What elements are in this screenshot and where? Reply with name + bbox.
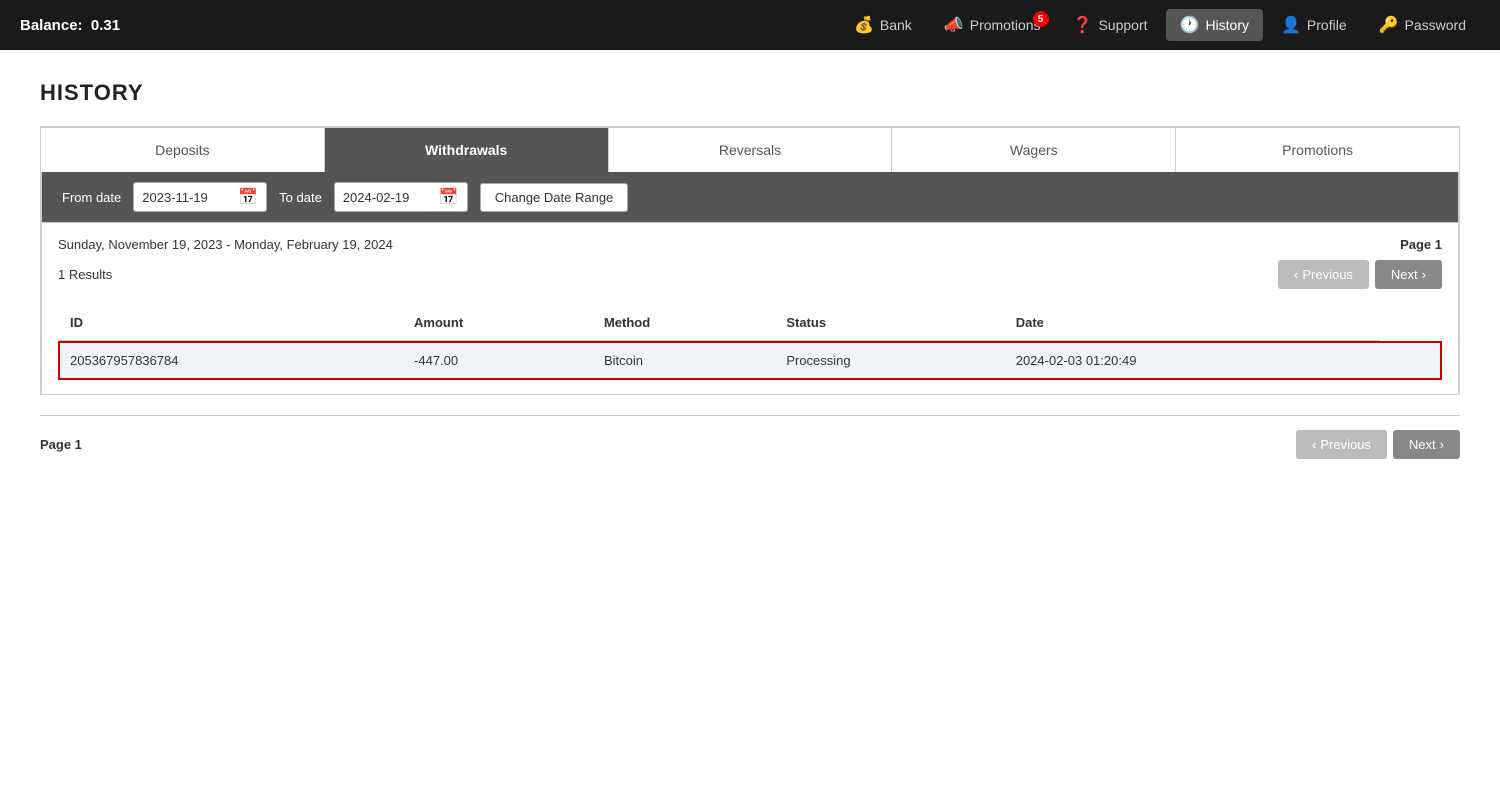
header: Balance: 0.31 💰 Bank 📣 Promotions 5 ❓ Su… bbox=[0, 0, 1500, 50]
previous-button-top[interactable]: ‹ Previous bbox=[1278, 260, 1369, 289]
cell-status: Processing bbox=[774, 341, 1003, 381]
promotions-icon: 📣 bbox=[944, 15, 964, 35]
previous-button-bottom[interactable]: ‹ Previous bbox=[1296, 430, 1387, 459]
from-date-label: From date bbox=[62, 190, 121, 205]
tab-reversals[interactable]: Reversals bbox=[609, 128, 893, 172]
bank-icon: 💰 bbox=[854, 15, 874, 35]
from-calendar-icon[interactable]: 📅 bbox=[238, 187, 258, 207]
nav-item-history[interactable]: 🕐 History bbox=[1166, 9, 1263, 41]
bottom-page-label: Page 1 bbox=[40, 437, 82, 452]
results-area: Sunday, November 19, 2023 - Monday, Febr… bbox=[41, 223, 1459, 395]
nav-label-history: History bbox=[1205, 17, 1249, 33]
date-filter-bar: From date 📅 To date 📅 Change Date Range bbox=[41, 172, 1459, 223]
cell-extra bbox=[1380, 341, 1442, 381]
balance-value: 0.31 bbox=[91, 17, 120, 34]
nav-label-support: Support bbox=[1098, 17, 1147, 33]
data-table: ID Amount Method Status Date 20536795783… bbox=[58, 305, 1442, 380]
chevron-left-icon-bottom: ‹ bbox=[1312, 437, 1316, 452]
chevron-left-icon: ‹ bbox=[1294, 267, 1298, 282]
nav-item-profile[interactable]: 👤 Profile bbox=[1267, 9, 1361, 41]
col-id: ID bbox=[58, 305, 402, 341]
to-calendar-icon[interactable]: 📅 bbox=[439, 187, 459, 207]
main-content: HISTORY Deposits Withdrawals Reversals W… bbox=[0, 50, 1500, 489]
table-body: 205367957836784-447.00BitcoinProcessing2… bbox=[58, 341, 1442, 381]
from-date-input-wrapper: 📅 bbox=[133, 182, 267, 212]
col-status: Status bbox=[774, 305, 1003, 341]
tabs-container: Deposits Withdrawals Reversals Wagers Pr… bbox=[40, 127, 1460, 395]
support-icon: ❓ bbox=[1073, 15, 1093, 35]
nav-item-password[interactable]: 🔑 Password bbox=[1365, 9, 1480, 41]
tab-promotions[interactable]: Promotions bbox=[1176, 128, 1459, 172]
promotions-badge: 5 bbox=[1033, 11, 1049, 27]
chevron-right-icon: › bbox=[1422, 267, 1426, 282]
results-info-row: Sunday, November 19, 2023 - Monday, Febr… bbox=[58, 237, 1442, 252]
balance-display: Balance: 0.31 bbox=[20, 17, 120, 34]
table-row: 205367957836784-447.00BitcoinProcessing2… bbox=[58, 341, 1442, 381]
cell-id: 205367957836784 bbox=[58, 341, 402, 381]
main-nav: 💰 Bank 📣 Promotions 5 ❓ Support 🕐 Histor… bbox=[840, 9, 1480, 41]
pagination-buttons-bottom: ‹ Previous Next › bbox=[1296, 430, 1460, 459]
nav-item-promotions[interactable]: 📣 Promotions 5 bbox=[930, 9, 1055, 41]
cell-date: 2024-02-03 01:20:49 bbox=[1004, 341, 1380, 381]
to-date-input-wrapper: 📅 bbox=[334, 182, 468, 212]
cell-method: Bitcoin bbox=[592, 341, 774, 381]
change-date-button[interactable]: Change Date Range bbox=[480, 183, 629, 212]
history-icon: 🕐 bbox=[1180, 15, 1200, 35]
password-icon: 🔑 bbox=[1379, 15, 1399, 35]
next-button-bottom[interactable]: Next › bbox=[1393, 430, 1460, 459]
date-range-label: Sunday, November 19, 2023 - Monday, Febr… bbox=[58, 237, 393, 252]
to-date-input[interactable] bbox=[343, 190, 433, 205]
tab-deposits[interactable]: Deposits bbox=[41, 128, 325, 172]
bottom-pagination-row: Page 1 ‹ Previous Next › bbox=[40, 415, 1460, 459]
nav-label-bank: Bank bbox=[880, 17, 912, 33]
cell-amount: -447.00 bbox=[402, 341, 592, 381]
from-date-input[interactable] bbox=[142, 190, 232, 205]
pagination-buttons-top: ‹ Previous Next › bbox=[1278, 260, 1442, 289]
chevron-right-icon-bottom: › bbox=[1440, 437, 1444, 452]
nav-label-promotions: Promotions bbox=[970, 17, 1041, 33]
tabs-row: Deposits Withdrawals Reversals Wagers Pr… bbox=[41, 128, 1459, 172]
results-count: 1 Results bbox=[58, 267, 112, 282]
nav-label-password: Password bbox=[1405, 17, 1466, 33]
tab-withdrawals[interactable]: Withdrawals bbox=[325, 128, 609, 172]
balance-label: Balance: bbox=[20, 17, 83, 34]
nav-label-profile: Profile bbox=[1307, 17, 1347, 33]
table-header: ID Amount Method Status Date bbox=[58, 305, 1442, 341]
results-count-row: 1 Results ‹ Previous Next › bbox=[58, 260, 1442, 289]
col-amount: Amount bbox=[402, 305, 592, 341]
page-title: HISTORY bbox=[40, 80, 1460, 106]
nav-item-support[interactable]: ❓ Support bbox=[1059, 9, 1162, 41]
col-date: Date bbox=[1004, 305, 1380, 341]
table-header-row: ID Amount Method Status Date bbox=[58, 305, 1442, 341]
col-method: Method bbox=[592, 305, 774, 341]
next-button-top[interactable]: Next › bbox=[1375, 260, 1442, 289]
nav-item-bank[interactable]: 💰 Bank bbox=[840, 9, 926, 41]
page-indicator: Page 1 bbox=[1400, 237, 1442, 252]
tab-wagers[interactable]: Wagers bbox=[892, 128, 1176, 172]
to-date-label: To date bbox=[279, 190, 322, 205]
profile-icon: 👤 bbox=[1281, 15, 1301, 35]
